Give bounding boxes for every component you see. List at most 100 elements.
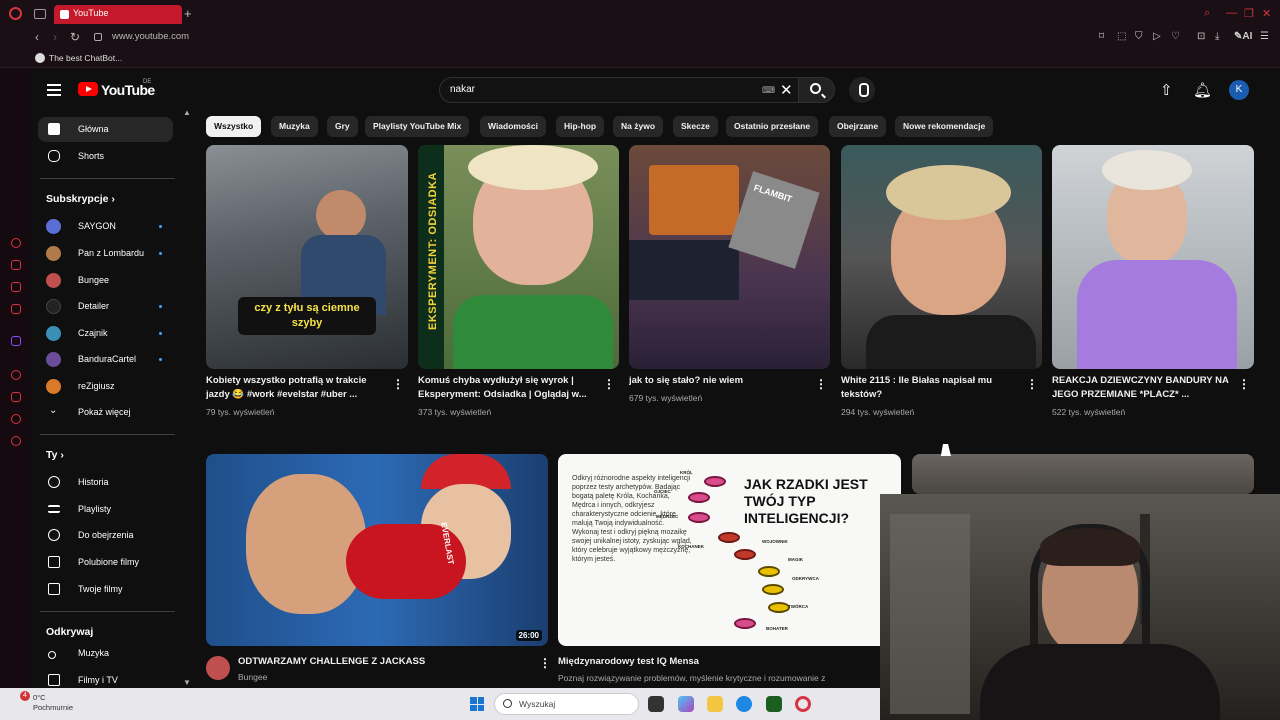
instagram-icon[interactable] — [11, 304, 21, 314]
forward-icon[interactable]: › — [53, 30, 57, 44]
more-options-icon[interactable]: ⋮ — [539, 656, 551, 670]
chip-sketches[interactable]: Skecze — [673, 116, 718, 137]
more-options-icon[interactable]: ⋮ — [1238, 377, 1250, 391]
sidebar-sub-pan-z-lombardu[interactable]: Pan z Lombardu — [38, 241, 173, 266]
pin-icon[interactable]: ⌑ — [1099, 31, 1104, 42]
subscriptions-heading[interactable]: Subskrypcje › — [46, 193, 115, 205]
copilot-icon[interactable] — [678, 696, 694, 712]
notifications-bell-icon[interactable]: 🔔︎ — [1193, 81, 1212, 99]
sidebar-item-home[interactable]: Główna — [38, 117, 173, 142]
taskbar-search[interactable]: Wyszukaj — [494, 693, 639, 715]
clock-sidebar-icon[interactable] — [11, 414, 21, 424]
bookmark-chatbot[interactable]: The best ChatBot... — [49, 53, 122, 63]
edge-icon[interactable] — [736, 696, 752, 712]
new-tab-button[interactable]: + — [184, 6, 192, 21]
upload-icon[interactable]: ⇧ — [1160, 81, 1173, 99]
more-options-icon[interactable]: ⋮ — [815, 377, 827, 391]
search-button[interactable] — [798, 77, 835, 103]
video-thumbnail[interactable] — [912, 454, 1254, 494]
keyboard-icon[interactable]: ⌨ — [762, 85, 775, 96]
ad-thumbnail[interactable]: Odkryj różnorodne aspekty inteligencji p… — [558, 454, 901, 646]
whatsapp-icon[interactable] — [11, 260, 21, 270]
back-icon[interactable]: ‹ — [35, 30, 39, 44]
workspaces-icon[interactable] — [34, 9, 46, 19]
short-thumbnail[interactable]: EKSPERYMENT: ODSIADKA — [418, 145, 619, 369]
telegram-icon[interactable] — [11, 282, 21, 292]
short-title[interactable]: White 2115 : Ile Białas napisał mu tekst… — [841, 374, 1021, 404]
channel-avatar[interactable] — [206, 656, 230, 680]
sidebar-show-more[interactable]: ⌄ Pokaż więcej — [38, 400, 173, 425]
search-tabs-icon[interactable]: ⌕ — [1204, 7, 1210, 20]
more-options-icon[interactable]: ⋮ — [392, 377, 404, 391]
short-title[interactable]: jak to się stało? nie wiem — [629, 374, 809, 390]
short-thumbnail[interactable] — [1052, 145, 1254, 369]
chip-all[interactable]: Wszystko — [206, 116, 262, 137]
close-window-button[interactable]: ✕ — [1262, 7, 1271, 20]
search-input[interactable]: nakar — [450, 84, 475, 95]
voice-search-icon[interactable] — [849, 77, 875, 103]
account-avatar[interactable]: K — [1229, 80, 1249, 100]
chip-games[interactable]: Gry — [327, 116, 358, 137]
messenger-icon[interactable] — [11, 238, 21, 248]
sidebar-sub-saygon[interactable]: SAYGON — [38, 214, 173, 239]
minimize-button[interactable]: — — [1226, 7, 1237, 19]
weather-widget[interactable]: 0°C Pochmurnie — [33, 693, 73, 713]
sidebar-item-your-videos[interactable]: Twoje filmy — [38, 577, 173, 602]
youtube-logo-icon[interactable] — [78, 82, 98, 96]
browser-tab-youtube[interactable]: YouTube — [54, 5, 182, 24]
short-title[interactable]: Kobiety wszystko potrafią w trakcie jazd… — [206, 374, 386, 404]
video-title[interactable]: ODTWARZAMY CHALLENGE Z JACKASS — [238, 655, 528, 671]
sidebar-sub-bungee[interactable]: Bungee — [38, 268, 173, 293]
short-thumbnail[interactable]: FLAMBIT — [629, 145, 830, 369]
chip-new-recommendations[interactable]: Nowe rekomendacje — [895, 116, 994, 137]
chip-watched[interactable]: Obejrzane — [829, 116, 887, 137]
bag-icon[interactable]: ⊡ — [1197, 31, 1205, 42]
search-box[interactable]: nakar ⌨ ✕ — [439, 77, 799, 103]
sidebar-sub-banduracartel[interactable]: BanduraCartel — [38, 347, 173, 372]
sidebar-item-shorts[interactable]: Shorts — [38, 144, 173, 169]
clear-search-icon[interactable]: ✕ — [780, 81, 793, 99]
chip-music[interactable]: Muzyka — [271, 116, 318, 137]
settings-sidebar-icon[interactable] — [11, 436, 21, 446]
guide-menu-icon[interactable] — [47, 84, 61, 99]
ad-title[interactable]: Międzynarodowy test IQ Mensa — [558, 655, 858, 671]
short-thumbnail[interactable] — [841, 145, 1042, 369]
app-icon[interactable] — [766, 696, 782, 712]
url-field[interactable]: www.youtube.com — [112, 31, 189, 42]
player-icon[interactable]: ▷ — [1153, 31, 1161, 42]
sidebar-item-films[interactable]: Filmy i TV — [38, 668, 173, 688]
sidebar-item-liked[interactable]: Polubione filmy — [38, 550, 173, 575]
short-title[interactable]: Komuś chyba wydłużył się wyrok | Ekspery… — [418, 374, 598, 404]
chip-hiphop[interactable]: Hip-hop — [556, 116, 605, 137]
windows-start-icon[interactable] — [470, 697, 484, 711]
sidebar-sub-rezigiusz[interactable]: reZigiusz — [38, 374, 173, 399]
adblock-icon[interactable]: ⛉ — [1135, 31, 1143, 42]
sidebar-item-history[interactable]: Historia — [38, 470, 173, 495]
video-thumbnail[interactable]: EVERLAST 26:00 — [206, 454, 548, 646]
you-heading[interactable]: Ty › — [46, 449, 64, 461]
easy-setup-icon[interactable]: ☰ — [1260, 31, 1269, 42]
reload-icon[interactable]: ↻ — [70, 30, 80, 44]
sidebar-item-playlists[interactable]: Playlisty — [38, 497, 173, 522]
sidebar-sub-detailer[interactable]: Detailer — [38, 294, 173, 319]
sidebar-sub-czajnik[interactable]: Czajnik — [38, 321, 173, 346]
sidebar-scroll-down-icon[interactable]: ▼ — [183, 678, 191, 687]
more-options-icon[interactable]: ⋮ — [603, 377, 615, 391]
download-icon[interactable]: ⤓ — [1215, 31, 1219, 42]
video-channel[interactable]: Bungee — [238, 672, 267, 682]
opera-logo-icon[interactable] — [9, 7, 22, 20]
chip-news[interactable]: Wiadomości — [480, 116, 546, 137]
chip-recently-uploaded[interactable]: Ostatnio przesłane — [726, 116, 819, 137]
maximize-button[interactable]: ❐ — [1244, 7, 1254, 20]
short-title[interactable]: REAKCJA DZIEWCZYNY BANDURY NA JEGO PRZEM… — [1052, 374, 1232, 404]
short-thumbnail[interactable]: czy z tyłu są ciemne szyby — [206, 145, 408, 369]
chip-live[interactable]: Na żywo — [613, 116, 664, 137]
sidebar-item-music[interactable]: Muzyka — [38, 641, 173, 666]
player-sidebar-icon[interactable] — [11, 370, 21, 380]
history-sidebar-icon[interactable] — [11, 392, 21, 402]
aria-ai-icon[interactable]: ✎AI — [1234, 31, 1252, 42]
more-options-icon[interactable]: ⋮ — [1026, 377, 1038, 391]
task-view-icon[interactable] — [648, 696, 664, 712]
chip-youtube-mix[interactable]: Playlisty YouTube Mix — [365, 116, 470, 137]
sidebar-scroll-up-icon[interactable]: ▲ — [183, 108, 191, 117]
